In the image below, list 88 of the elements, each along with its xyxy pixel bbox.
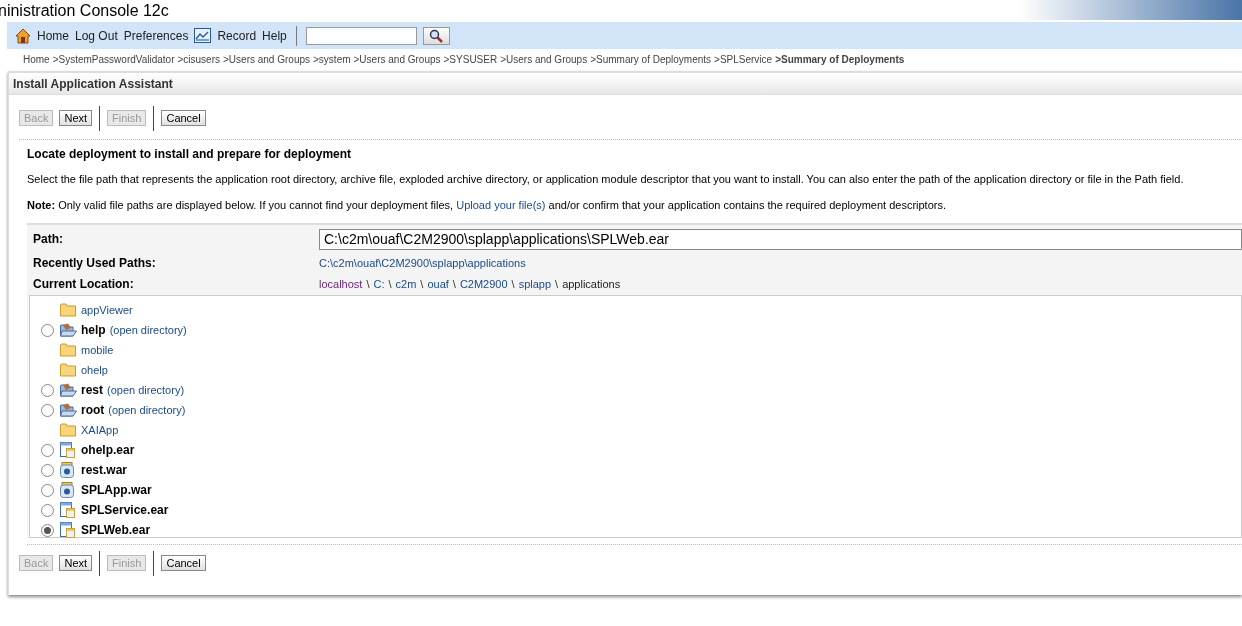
breadcrumb-link[interactable]: >Users and Groups <box>223 51 310 67</box>
open-folder-icon <box>60 403 77 417</box>
wizard-button: Back <box>19 110 54 126</box>
radio-button[interactable] <box>41 503 54 517</box>
breadcrumb-link[interactable]: >Summary of Deployments <box>775 51 905 67</box>
folder-link[interactable]: mobile <box>81 341 114 359</box>
path-field[interactable]: C:\c2m\ouaf\C2M2900\splapp\applications\SPLWeb.ear <box>319 228 1242 250</box>
archive-file-icon <box>60 442 76 458</box>
folder-icon <box>60 343 76 357</box>
path-label: Path: <box>32 231 64 248</box>
radio-button[interactable] <box>41 403 54 417</box>
radio-button[interactable] <box>41 463 54 477</box>
breadcrumb-link[interactable]: >system <box>313 51 351 67</box>
breadcrumb-link[interactable]: >Summary of Deployments <box>590 51 712 67</box>
toolbar-link[interactable]: Log Out <box>75 26 118 45</box>
folder-icon <box>60 363 76 377</box>
description-text: Select the file path that represents the application root directory, archive file, exploded archive directory, or application module descriptor that you want to install. You can also enter the path of the application directory or file in the Path field. <box>27 172 1185 187</box>
wizard-button[interactable]: Cancel <box>161 555 206 571</box>
wizard-button: Finish <box>107 555 147 571</box>
open-folder-icon <box>60 383 77 397</box>
open-folder-icon <box>60 323 77 337</box>
search-button[interactable] <box>422 26 450 45</box>
toolbar-label: Record <box>217 27 257 45</box>
wizard-button[interactable]: Next <box>59 110 93 126</box>
breadcrumb-link[interactable]: >SystemPasswordValidator <box>52 51 175 67</box>
breadcrumb-link[interactable]: Home <box>23 51 50 67</box>
jar-icon <box>60 462 74 478</box>
path-separator: \ <box>511 276 515 292</box>
path-separator: \ <box>388 276 392 292</box>
radio-button[interactable] <box>41 383 54 397</box>
toolbar-link[interactable]: Help <box>262 26 287 45</box>
open-directory-link[interactable]: (open directory) <box>108 401 186 419</box>
upload-link[interactable]: Upload your file(s) <box>456 199 546 211</box>
folder-link[interactable]: XAIApp <box>81 421 119 439</box>
breadcrumb-link[interactable]: >SYSUSER <box>443 51 498 67</box>
search-icon <box>429 28 444 43</box>
wizard-button[interactable]: Next <box>59 555 93 571</box>
home-icon <box>15 27 31 44</box>
toolbar-link[interactable]: Preferences <box>123 26 189 45</box>
note-text: Note: Only valid file paths are displayed below. If you cannot find your deployment files, Upload your file(s) and/or confirm that your application contains the required deployment descriptors. <box>27 198 947 213</box>
file-name: root <box>81 402 105 419</box>
wizard-button[interactable]: Cancel <box>161 110 206 126</box>
path-separator: \ <box>366 276 370 292</box>
path-separator: \ <box>452 276 456 292</box>
file-name: SPLApp.war <box>81 482 152 499</box>
breadcrumb-link[interactable]: >cisusers <box>177 51 220 67</box>
toolbar-label: Home <box>37 27 69 45</box>
radio-button[interactable] <box>41 483 54 497</box>
toolbar-button[interactable]: Record <box>194 26 257 45</box>
current-location-label: Current Location: <box>32 276 135 293</box>
folder-link[interactable]: appViewer <box>81 301 133 319</box>
recent-paths-label: Recently Used Paths: <box>32 255 157 272</box>
breadcrumb-link[interactable]: >SPLService <box>714 51 773 67</box>
location-link[interactable]: c2m <box>395 275 417 293</box>
wizard-button: Back <box>19 555 54 571</box>
folder-icon <box>60 303 76 317</box>
chart-icon <box>194 28 212 43</box>
recent-path-link[interactable]: C:\c2m\ouaf\C2M2900\splapp\applications <box>319 254 526 272</box>
file-name: SPLWeb.ear <box>81 522 151 539</box>
archive-file-icon <box>60 502 76 518</box>
location-link[interactable]: localhost <box>319 275 363 293</box>
location-link[interactable]: splapp <box>518 275 552 293</box>
folder-icon <box>60 423 76 437</box>
jar-icon <box>60 482 74 498</box>
file-name: rest.war <box>81 462 128 479</box>
toolbar-button[interactable]: Home <box>15 26 69 45</box>
file-name: ohelp.ear <box>81 442 135 459</box>
radio-button[interactable] <box>41 323 54 337</box>
radio-button[interactable] <box>41 523 54 537</box>
file-name: rest <box>81 382 103 399</box>
file-name: SPLService.ear <box>81 502 169 519</box>
location-link[interactable]: C2M2900 <box>459 275 508 293</box>
path-separator: \ <box>555 276 559 292</box>
breadcrumb-link[interactable]: >Users and Groups <box>500 51 588 67</box>
location-link[interactable]: ouaf <box>427 275 449 293</box>
location-link[interactable]: C: <box>373 275 385 293</box>
open-directory-link[interactable]: (open directory) <box>107 381 185 399</box>
open-directory-link[interactable]: (open directory) <box>109 321 187 339</box>
radio-button[interactable] <box>41 443 54 457</box>
file-name: help <box>81 322 106 339</box>
folder-link[interactable]: ohelp <box>81 361 108 379</box>
panel-title: Install Application Assistant <box>9 73 1242 95</box>
wizard-button: Finish <box>107 110 147 126</box>
breadcrumb-link[interactable]: >Users and Groups <box>353 51 441 67</box>
section-heading: Locate deployment to install and prepare for deployment <box>27 146 353 162</box>
location-text: applications <box>562 276 621 292</box>
path-separator: \ <box>420 276 424 292</box>
search-field[interactable] <box>305 26 417 45</box>
